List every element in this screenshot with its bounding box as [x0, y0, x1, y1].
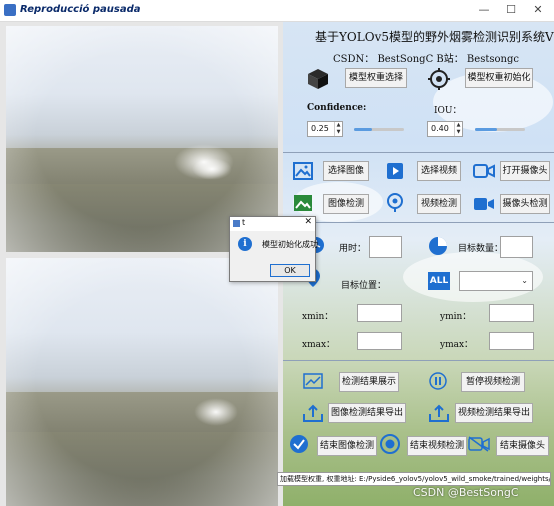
camera-detect-button[interactable]: 摄像头检测 [500, 194, 550, 214]
camera-detect-icon [474, 198, 494, 210]
end-video-detect-button[interactable]: 结束视频检测 [407, 436, 467, 456]
ymin-label: ymin： [440, 312, 472, 322]
iou-spinbox[interactable]: 0.40 ▲ ▼ [427, 121, 463, 137]
cube-icon [308, 69, 328, 89]
confidence-value: 0.25 [311, 124, 329, 133]
confidence-slider[interactable] [354, 128, 372, 131]
app-title: 基于YOLOv5模型的野外烟雾检测识别系统V1.0 [315, 30, 554, 44]
select-weights-button[interactable]: 模型权重选择 [345, 68, 407, 88]
show-results-button[interactable]: 检测结果展示 [339, 372, 399, 392]
main-window: 基于YOLOv5模型的野外烟雾检测识别系统V1.0 CSDN： BestSong… [0, 22, 554, 506]
ymax-label: ymax： [440, 340, 474, 350]
export-video-button[interactable]: 视频检测结果导出 [455, 403, 533, 423]
target-position-label: 目标位置： [341, 281, 387, 291]
select-image-button[interactable]: 选择图像 [323, 161, 369, 181]
line-chart-icon [303, 373, 323, 389]
author-info: CSDN： BestSongC B站： Bestsongc [333, 54, 519, 65]
ymin-output [489, 304, 534, 322]
camera-off-icon [468, 436, 490, 452]
pause-icon [429, 372, 447, 390]
image-icon [293, 162, 313, 180]
video-file-icon [387, 163, 403, 179]
iou-slider[interactable] [475, 128, 497, 131]
app-icon [4, 4, 16, 16]
section-divider [283, 360, 554, 361]
close-button[interactable]: ✕ [524, 0, 552, 20]
end-camera-button[interactable]: 结束摄像头 [496, 436, 549, 456]
window-titlebar: Reproducció pausada — ☐ ✕ [0, 0, 554, 22]
pause-video-button[interactable]: 暂停视频检测 [461, 372, 525, 392]
confidence-label: Confidence: [307, 103, 367, 113]
spin-arrows-icon[interactable]: ▲ ▼ [334, 122, 342, 136]
info-dialog: t ✕ i 模型初始化成功 OK [229, 216, 318, 282]
camera-icon [473, 164, 495, 178]
stop-circle-icon [380, 434, 400, 454]
target-count-output [500, 236, 533, 258]
image-detect-button[interactable]: 图像检测 [323, 194, 369, 214]
time-output [369, 236, 402, 258]
target-select-dropdown[interactable]: ⌄ [459, 271, 533, 291]
xmin-output [357, 304, 402, 322]
section-divider [283, 222, 554, 223]
select-video-button[interactable]: 选择视频 [417, 161, 461, 181]
minimize-button[interactable]: — [470, 0, 498, 20]
upload-icon [303, 404, 323, 422]
ok-button[interactable]: OK [270, 264, 310, 277]
xmin-label: xmin： [302, 312, 334, 322]
target-settings-icon [428, 68, 450, 90]
app-small-icon [233, 220, 240, 227]
export-image-button[interactable]: 图像检测结果导出 [328, 403, 406, 423]
check-circle-icon [290, 435, 308, 453]
section-divider [283, 152, 554, 153]
iou-value: 0.40 [431, 124, 449, 133]
csdn-watermark: CSDN @BestSongC [413, 486, 519, 499]
iou-label: IOU： [434, 106, 462, 116]
info-icon: i [238, 237, 252, 251]
all-targets-icon: ALL [428, 272, 450, 290]
time-label: 用时： [339, 244, 367, 254]
open-camera-button[interactable]: 打开摄像头 [500, 161, 550, 181]
init-weights-button[interactable]: 模型权重初始化 [465, 68, 533, 88]
confidence-spinbox[interactable]: 0.25 ▲ ▼ [307, 121, 343, 137]
detection-result-view [6, 258, 278, 506]
window-title: Reproducció pausada [20, 4, 141, 15]
status-bar: 加载模型权重, 权重地址: E:/Pyside6_yolov5/yolov5_w… [277, 472, 551, 486]
maximize-button[interactable]: ☐ [497, 0, 525, 20]
dialog-title: t [242, 218, 246, 227]
ymax-output [489, 332, 534, 350]
target-count-label: 目标数量： [458, 244, 504, 254]
upload-icon [429, 404, 449, 422]
dialog-titlebar: t ✕ [230, 217, 315, 231]
webcam-icon [387, 193, 403, 212]
pie-chart-icon [429, 237, 447, 255]
xmax-output [357, 332, 402, 350]
chevron-down-icon: ⌄ [521, 276, 528, 285]
dialog-message: 模型初始化成功 [262, 240, 318, 249]
end-image-detect-button[interactable]: 结束图像检测 [317, 436, 377, 456]
video-detect-button[interactable]: 视频检测 [417, 194, 461, 214]
spin-arrows-icon[interactable]: ▲ ▼ [454, 122, 462, 136]
image-detect-icon [294, 195, 312, 211]
xmax-label: xmax： [302, 340, 336, 350]
dialog-close-button[interactable]: ✕ [304, 217, 312, 227]
vignette [6, 258, 278, 506]
control-panel: 基于YOLOv5模型的野外烟雾检测识别系统V1.0 CSDN： BestSong… [283, 22, 554, 506]
